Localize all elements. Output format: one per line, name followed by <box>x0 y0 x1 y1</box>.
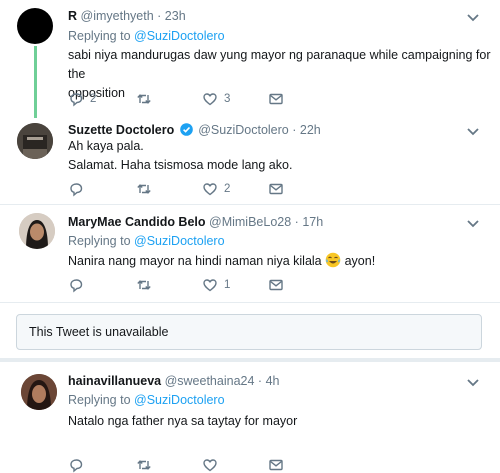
tweet-header: MaryMae Candido Belo @MimiBeLo28 · 17h <box>68 215 323 229</box>
avatar[interactable] <box>21 374 57 410</box>
tweet-text-line: Natalo nga father nya sa taytay for mayo… <box>68 414 298 428</box>
divider <box>0 302 500 303</box>
tweet-header: Suzette Doctolero @SuziDoctolero · 22h <box>68 123 321 137</box>
tweet-text: Nanira nang mayor na hindi naman niya ki… <box>68 252 375 271</box>
like-count: 1 <box>224 279 231 291</box>
author-handle[interactable]: @MimiBeLo28 <box>209 215 291 229</box>
retweet-icon <box>137 94 151 104</box>
like-button[interactable]: 2 <box>202 181 230 197</box>
author-name[interactable]: Suzette Doctolero <box>68 123 174 137</box>
tweet-marymae[interactable]: MaryMae Candido Belo @MimiBeLo28 · 17h R… <box>0 205 500 303</box>
like-icon <box>203 279 217 292</box>
like-icon <box>203 183 217 196</box>
replying-to-label: Replying to <box>68 29 131 43</box>
tweet-text-line: Salamat. Haha tsismosa mode lang ako. <box>68 158 293 172</box>
unavailable-text: This Tweet is unavailable <box>29 325 169 339</box>
tweet-text-part: ayon! <box>344 254 376 268</box>
separator: · <box>157 9 162 23</box>
author-handle[interactable]: @SuziDoctolero <box>198 123 289 137</box>
tweet-header: hainavillanueva @sweethaina24 · 4h <box>68 374 279 388</box>
like-button[interactable]: 3 <box>202 91 230 107</box>
like-count: 3 <box>224 93 231 105</box>
avatar-image <box>19 213 55 249</box>
tweet-text-part: Nanira nang mayor na hindi naman niya ki… <box>68 254 322 268</box>
chevron-down-icon[interactable] <box>466 10 480 24</box>
tweet-actions: 2 3 <box>68 91 288 107</box>
reply-button[interactable] <box>68 277 90 293</box>
separator: · <box>292 123 297 137</box>
author-handle[interactable]: @imyethyeth <box>81 9 154 23</box>
like-count: 2 <box>224 183 231 195</box>
thread-line <box>34 46 37 118</box>
mention-link[interactable]: @SuziDoctolero <box>134 29 225 43</box>
avatar[interactable] <box>19 213 55 249</box>
author-name[interactable]: MaryMae Candido Belo <box>68 215 206 229</box>
replying-to-label: Replying to <box>68 393 131 407</box>
face-with-tears-of-joy-icon <box>325 252 341 268</box>
like-icon <box>203 93 217 106</box>
chevron-down-icon[interactable] <box>466 216 480 230</box>
message-icon <box>269 183 283 195</box>
timestamp[interactable]: 22h <box>300 123 321 137</box>
tweet-text-line: sabi niya mandurugas daw yung mayor ng p… <box>68 48 491 81</box>
avatar-image <box>17 123 53 159</box>
tweet-suzette[interactable]: Suzette Doctolero @SuziDoctolero · 22h A… <box>0 115 500 205</box>
retweet-button[interactable] <box>136 181 158 197</box>
replying-to: Replying to @SuziDoctolero <box>68 393 225 407</box>
replying-to: Replying to @SuziDoctolero <box>68 234 225 248</box>
message-button[interactable] <box>268 277 284 293</box>
tweet-actions: 2 <box>68 181 288 197</box>
retweet-button[interactable] <box>136 91 158 107</box>
avatar-image <box>21 374 57 410</box>
verified-badge-icon <box>179 123 193 136</box>
retweet-icon <box>137 184 151 194</box>
reply-icon <box>70 279 83 293</box>
mention-link[interactable]: @SuziDoctolero <box>134 393 225 407</box>
retweet-icon <box>137 280 151 290</box>
message-icon <box>269 279 283 291</box>
author-handle[interactable]: @sweethaina24 <box>165 374 255 388</box>
tweet-text: Ah kaya pala. Salamat. Haha tsismosa mod… <box>68 137 292 175</box>
tweet-r[interactable]: R @imyethyeth · 23h Replying to @SuziDoc… <box>0 0 500 118</box>
timestamp[interactable]: 17h <box>302 215 323 229</box>
replying-to: Replying to @SuziDoctolero <box>68 29 225 43</box>
author-name[interactable]: R <box>68 9 77 23</box>
chevron-down-icon[interactable] <box>466 375 480 389</box>
separator: · <box>257 374 263 388</box>
tweet-unavailable-notice: This Tweet is unavailable <box>16 314 482 350</box>
timestamp[interactable]: 23h <box>165 9 186 23</box>
chevron-down-icon[interactable] <box>466 124 480 138</box>
reply-icon <box>70 93 83 107</box>
author-name[interactable]: hainavillanueva <box>68 374 161 388</box>
tweet-haina[interactable]: hainavillanueva @sweethaina24 · 4h Reply… <box>0 362 500 473</box>
retweet-button[interactable] <box>136 277 158 293</box>
avatar[interactable] <box>17 8 53 44</box>
tweet-text: Natalo nga father nya sa taytay for mayo… <box>68 412 297 431</box>
timestamp[interactable]: 4h <box>266 374 280 388</box>
mention-link[interactable]: @SuziDoctolero <box>134 234 225 248</box>
message-button[interactable] <box>268 91 284 107</box>
replying-to-label: Replying to <box>68 234 131 248</box>
message-icon <box>269 93 283 105</box>
reply-button[interactable] <box>68 181 90 197</box>
reply-icon <box>70 183 83 197</box>
tweet-header: R @imyethyeth · 23h <box>68 9 186 23</box>
tweet-actions: 1 <box>68 277 288 293</box>
separator: · <box>294 215 299 229</box>
reply-count: 2 <box>90 93 97 105</box>
like-button[interactable]: 1 <box>202 277 230 293</box>
reply-button[interactable]: 2 <box>68 91 96 107</box>
message-button[interactable] <box>268 181 284 197</box>
tweet-text-line: Ah kaya pala. <box>68 139 144 153</box>
avatar[interactable] <box>17 123 53 159</box>
